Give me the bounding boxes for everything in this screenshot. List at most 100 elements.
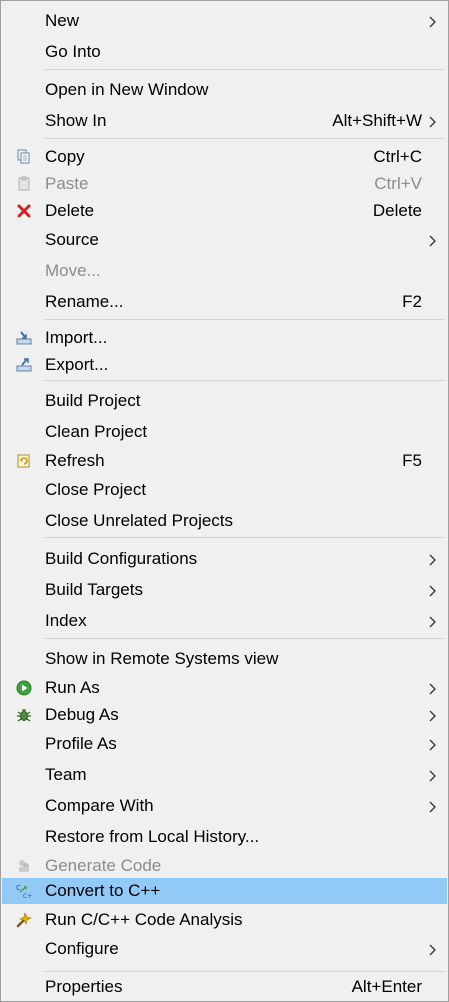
menu-item-label: Debug As	[45, 705, 119, 724]
submenu-arrow-icon	[427, 768, 437, 782]
menu-item-label: Clean Project	[45, 422, 148, 441]
menu-item-label: Delete	[45, 201, 95, 220]
run-icon	[16, 680, 32, 696]
menu-separator	[44, 638, 445, 639]
menu-item-label: Go Into	[45, 42, 101, 61]
svg-text:C: C	[16, 884, 21, 892]
menu-item-close-project[interactable]: Close Project	[2, 477, 447, 503]
menu-item-label: Team	[45, 765, 87, 784]
submenu-arrow-icon	[427, 942, 437, 956]
menu-item-new[interactable]: New	[2, 8, 447, 34]
menu-item-label: Close Unrelated Projects	[45, 511, 234, 530]
submenu-arrow-icon	[427, 233, 437, 247]
submenu-arrow-icon	[427, 681, 437, 695]
menu-item-label: Open in New Window	[45, 80, 209, 99]
menu-item-label: Copy	[45, 147, 85, 166]
menu-item-label: Build Targets	[45, 580, 143, 599]
menu-item-rename[interactable]: Rename... F2	[2, 289, 447, 315]
menu-item-copy[interactable]: Copy Ctrl+C	[2, 144, 447, 170]
menu-item-paste: Paste Ctrl+V	[2, 171, 447, 197]
menu-item-label: Index	[45, 611, 87, 630]
submenu-arrow-icon	[427, 737, 437, 751]
menu-item-label: Show in Remote Systems view	[45, 649, 279, 668]
menu-item-label: Properties	[45, 977, 123, 996]
menu-item-export[interactable]: Export...	[2, 352, 447, 378]
menu-item-label: Build Project	[45, 391, 141, 410]
svg-text:C+: C+	[23, 893, 32, 899]
shortcut-label: Alt+Enter	[351, 977, 422, 996]
shortcut-label: F5	[402, 451, 422, 470]
menu-item-build-configurations[interactable]: Build Configurations	[2, 546, 447, 572]
menu-item-source[interactable]: Source	[2, 227, 447, 253]
submenu-arrow-icon	[427, 799, 437, 813]
submenu-arrow-icon	[427, 614, 437, 628]
menu-item-label: Close Project	[45, 480, 147, 499]
menu-item-restore-from-local-history[interactable]: Restore from Local History...	[2, 824, 447, 850]
shortcut-label: Ctrl+C	[373, 147, 422, 166]
shortcut-label: Ctrl+V	[374, 174, 422, 193]
refresh-icon	[16, 453, 32, 469]
menu-separator	[44, 537, 445, 538]
menu-item-index[interactable]: Index	[2, 608, 447, 634]
menu-item-label: Show In	[45, 111, 107, 130]
menu-separator	[44, 380, 445, 381]
delete-icon	[16, 203, 32, 219]
menu-item-debug-as[interactable]: Debug As	[2, 702, 447, 728]
menu-item-label: Convert to C++	[45, 881, 161, 900]
menu-item-run-as[interactable]: Run As	[2, 675, 447, 701]
menu-item-refresh[interactable]: Refresh F5	[2, 448, 447, 474]
menu-item-label: Compare With	[45, 796, 154, 815]
submenu-arrow-icon	[427, 114, 437, 128]
shortcut-label: Delete	[372, 201, 422, 220]
paste-icon	[16, 176, 32, 192]
menu-item-show-in[interactable]: Show In Alt+Shift+W	[2, 108, 447, 134]
menu-item-open-in-new-window[interactable]: Open in New Window	[2, 77, 447, 103]
menu-item-label: Rename...	[45, 292, 124, 311]
menu-item-label: Generate Code	[45, 856, 162, 875]
shortcut-label: F2	[402, 292, 422, 311]
menu-item-label: Paste	[45, 174, 89, 193]
menu-separator	[44, 69, 445, 70]
menu-separator	[44, 971, 445, 972]
menu-item-label: Export...	[45, 355, 109, 374]
convert-cpp-icon: C C+	[16, 883, 32, 899]
menu-item-label: Run C/C++ Code Analysis	[45, 910, 243, 929]
menu-item-configure[interactable]: Configure	[2, 936, 447, 962]
code-analysis-icon	[16, 912, 32, 928]
menu-item-build-project[interactable]: Build Project	[2, 388, 447, 414]
menu-item-convert-to-c[interactable]: C C+ Convert to C++	[2, 878, 447, 904]
menu-item-import[interactable]: Import...	[2, 325, 447, 351]
menu-separator	[44, 319, 445, 320]
menu-item-label: Restore from Local History...	[45, 827, 260, 846]
menu-item-move: Move...	[2, 258, 447, 284]
menu-separator	[44, 138, 445, 139]
submenu-arrow-icon	[427, 552, 437, 566]
submenu-arrow-icon	[427, 583, 437, 597]
menu-item-label: Build Configurations	[45, 549, 198, 568]
menu-item-team[interactable]: Team	[2, 762, 447, 788]
menu-item-generate-code: Generate Code	[2, 853, 447, 879]
context-menu: New Go Into Open in New Window Show In Alt+S…	[0, 0, 449, 1002]
export-icon	[16, 357, 32, 373]
submenu-arrow-icon	[427, 708, 437, 722]
menu-item-label: Move...	[45, 261, 101, 280]
menu-item-properties[interactable]: Properties Alt+Enter	[2, 974, 447, 1000]
menu-item-show-in-remote-systems-view[interactable]: Show in Remote Systems view	[2, 646, 447, 672]
debug-icon	[16, 707, 32, 723]
menu-item-run-c-c-code-analysis[interactable]: Run C/C++ Code Analysis	[2, 907, 447, 933]
menu-item-compare-with[interactable]: Compare With	[2, 793, 447, 819]
menu-item-label: Import...	[45, 328, 108, 347]
menu-item-close-unrelated-projects[interactable]: Close Unrelated Projects	[2, 508, 447, 534]
import-icon	[16, 330, 32, 346]
menu-item-delete[interactable]: Delete Delete	[2, 198, 447, 224]
menu-item-go-into[interactable]: Go Into	[2, 39, 447, 65]
menu-item-profile-as[interactable]: Profile As	[2, 731, 447, 757]
menu-item-label: Configure	[45, 939, 119, 958]
menu-item-label: Refresh	[45, 451, 105, 470]
menu-item-clean-project[interactable]: Clean Project	[2, 419, 447, 445]
menu-item-label: Run As	[45, 678, 100, 697]
menu-item-label: Profile As	[45, 734, 117, 753]
menu-item-build-targets[interactable]: Build Targets	[2, 577, 447, 603]
generate-code-icon	[16, 858, 32, 874]
menu-item-label: New	[45, 11, 80, 30]
